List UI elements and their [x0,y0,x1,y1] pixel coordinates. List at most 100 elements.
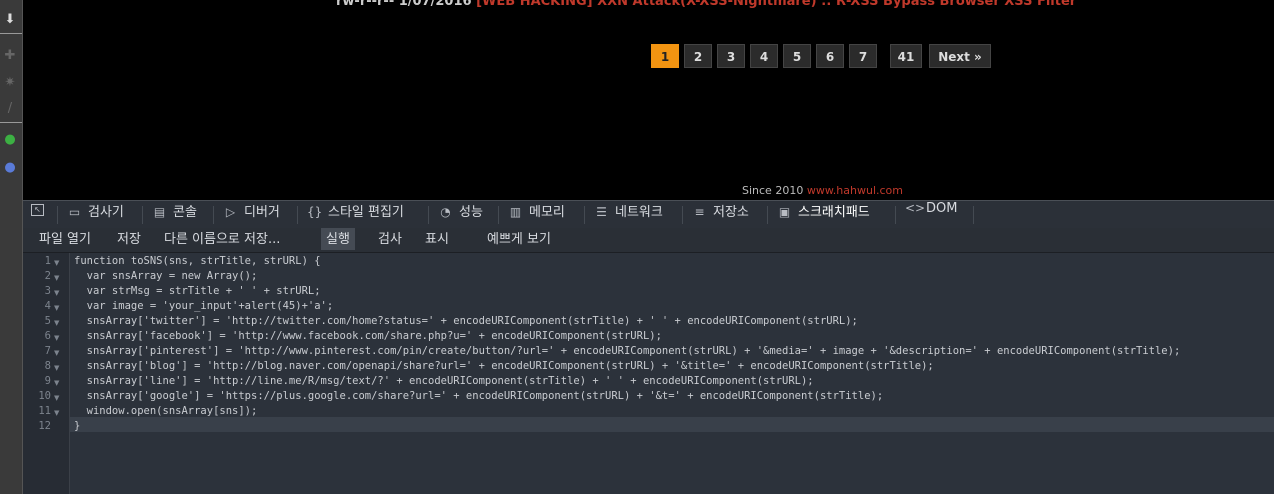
addon-green-icon[interactable]: ● [2,132,18,148]
devtools-tabbar: ↖ ▭ 검사기 ▤ 콘솔 ▷ 디버거 {} 스타일 편집기 ◔ 성능 ▥ 메모리 ☰ 네트워크 [23,200,1274,229]
storage-icon: ≡ [694,205,705,219]
sidebar-divider [0,33,22,34]
fold-marker-icon[interactable]: ▼ [54,334,59,342]
code-line: snsArray['blog'] = 'http://blog.naver.co… [74,360,934,372]
code-line: snsArray['pinterest'] = 'http://www.pint… [74,345,1181,357]
tab-network[interactable]: ☰ 네트워크 [594,201,663,228]
line-number: 10 [38,390,51,402]
fold-marker-icon[interactable]: ▼ [54,379,59,387]
code-editor[interactable]: 1 ▼ 2 ▼ 3 ▼ 4 ▼ 5 ▼ 6 ▼ 7 ▼ 8 ▼ 9 ▼ 10 ▼ 11 ▼ 12 function toSN… [23,253,1274,494]
tab-pick-element[interactable]: ↖ [31,201,50,228]
footer-site-link[interactable]: www.hahwul.com [807,184,903,197]
fold-marker-icon[interactable]: ▼ [54,409,59,417]
line-number: 5 [44,315,51,327]
fold-marker-icon[interactable]: ▼ [54,349,59,357]
tab-divider [57,206,58,224]
code-line: var snsArray = new Array(); [74,270,258,282]
download-icon[interactable]: ⬇ [2,12,18,28]
tab-divider [767,206,768,224]
post-headline: rw-r--r-- 1/07/2016 [WEB HACKING] XXN At… [336,0,1076,9]
gear-icon[interactable]: ✷ [2,75,18,91]
line-number: 12 [38,420,51,432]
fold-marker-icon[interactable]: ▼ [54,259,59,267]
tab-divider [498,206,499,224]
code-line: window.open(snsArray[sns]); [74,405,258,417]
line-number: 7 [44,345,51,357]
tab-style-editor[interactable]: {} 스타일 편집기 [307,201,404,228]
addon-blue-icon[interactable]: ● [2,160,18,176]
code-line: snsArray['line'] = 'http://line.me/R/msg… [74,375,814,387]
browser-sidebar: ⬇ ✚ ✷ / ● ● [0,0,23,494]
display-button[interactable]: 표시 [420,228,454,250]
code-line: snsArray['twitter'] = 'http://twitter.co… [74,315,858,327]
open-file-button[interactable]: 파일 열기 [34,228,96,250]
page-button-5[interactable]: 5 [783,44,811,68]
dom-icon: <> [905,201,926,215]
run-button[interactable]: 실행 [321,228,355,250]
performance-icon: ◔ [440,205,451,219]
fold-marker-icon[interactable]: ▼ [54,304,59,312]
tab-scratchpad[interactable]: ▣ 스크래치패드 [777,201,870,228]
save-as-button[interactable]: 다른 이름으로 저장... [159,228,285,250]
tab-memory[interactable]: ▥ 메모리 [508,201,565,228]
line-number: 1 [44,255,51,267]
tab-divider [682,206,683,224]
line-number: 11 [38,405,51,417]
pencil-icon[interactable]: / [2,101,18,117]
tab-performance[interactable]: ◔ 성능 [438,201,483,228]
tab-dom[interactable]: <>DOM [905,201,957,228]
tab-label: 스크래치패드 [798,205,870,220]
post-title-link[interactable]: [WEB HACKING] XXN Attack(X-XSS-Nightmare… [476,0,1076,9]
network-icon: ☰ [596,205,607,219]
scratchpad-icon: ▣ [778,205,791,219]
tab-divider [428,206,429,224]
page-button-1[interactable]: 1 [651,44,679,68]
page-button-41[interactable]: 41 [890,44,922,68]
fold-marker-icon[interactable]: ▼ [54,394,59,402]
inspector-icon: ▭ [68,205,81,219]
tab-label: 네트워크 [615,205,663,220]
tab-divider [584,206,585,224]
page-button-7[interactable]: 7 [849,44,877,68]
tab-console[interactable]: ▤ 콘솔 [152,201,197,228]
page-button-4[interactable]: 4 [750,44,778,68]
page-button-2[interactable]: 2 [684,44,712,68]
line-number: 6 [44,330,51,342]
line-number: 9 [44,375,51,387]
code-line: var image = 'your_input'+alert(45)+'a'; [74,300,334,312]
tab-divider [895,206,896,224]
tab-label: 스타일 편집기 [328,205,404,220]
tab-divider [297,206,298,224]
line-number: 4 [44,300,51,312]
console-icon: ▤ [153,205,166,219]
code-line: snsArray['google'] = 'https://plus.googl… [74,390,884,402]
fold-marker-icon[interactable]: ▼ [54,319,59,327]
inspect-button[interactable]: 검사 [373,228,407,250]
tab-storage[interactable]: ≡ 저장소 [692,201,748,228]
code-line: var strMsg = strTitle + ' ' + strURL; [74,285,321,297]
next-page-button[interactable]: Next » [929,44,991,68]
site-footer: Since 2010 www.hahwul.com [742,184,903,197]
code-line: } [74,420,81,432]
tab-divider [973,206,974,224]
fold-marker-icon[interactable]: ▼ [54,289,59,297]
tab-divider [142,206,143,224]
tab-inspector[interactable]: ▭ 검사기 [67,201,124,228]
line-number-gutter: 1 ▼ 2 ▼ 3 ▼ 4 ▼ 5 ▼ 6 ▼ 7 ▼ 8 ▼ 9 ▼ 10 ▼ 11 ▼ 12 [23,253,70,494]
fold-marker-icon[interactable]: ▼ [54,274,59,282]
line-number: 8 [44,360,51,372]
tab-label: 메모리 [529,205,565,220]
web-page: rw-r--r-- 1/07/2016 [WEB HACKING] XXN At… [23,0,1274,200]
tab-debugger[interactable]: ▷ 디버거 [223,201,280,228]
page-button-6[interactable]: 6 [816,44,844,68]
devtools-panel: ↖ ▭ 검사기 ▤ 콘솔 ▷ 디버거 {} 스타일 편집기 ◔ 성능 ▥ 메모리 ☰ 네트워크 [23,200,1274,494]
footer-since-text: Since 2010 [742,184,804,197]
pretty-print-button[interactable]: 예쁘게 보기 [482,228,556,250]
page-button-3[interactable]: 3 [717,44,745,68]
puzzle-icon[interactable]: ✚ [2,48,18,64]
inspect-icon: ↖ [31,204,44,216]
fold-marker-icon[interactable]: ▼ [54,364,59,372]
save-button[interactable]: 저장 [112,228,146,250]
debugger-icon: ▷ [225,205,236,219]
line-number: 2 [44,270,51,282]
